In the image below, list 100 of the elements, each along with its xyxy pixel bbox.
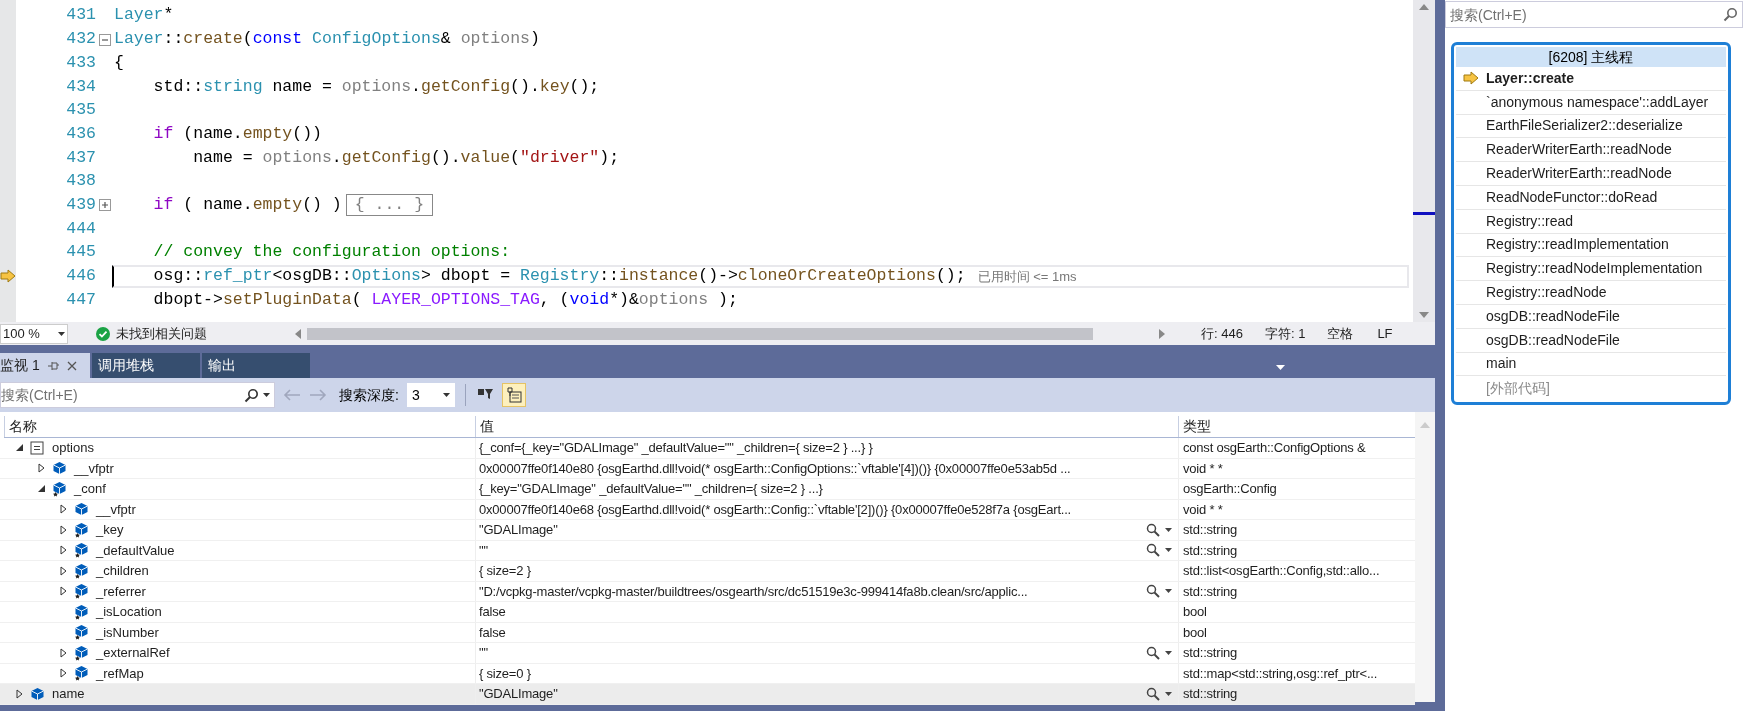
scroll-up-icon[interactable]: [1419, 4, 1429, 10]
expanded-arrow-icon[interactable]: [36, 484, 46, 494]
zoom-dropdown[interactable]: 100 %: [0, 323, 68, 344]
stack-frame[interactable]: ReadNodeFunctor::doRead: [1486, 186, 1658, 208]
stack-frame[interactable]: ReaderWriterEarth::readNode: [1486, 163, 1672, 185]
variable-value: "GDALImage": [479, 685, 559, 703]
variable-name: __vfptr: [74, 459, 114, 478]
collapse-icon[interactable]: [99, 33, 111, 46]
variable-value: "D:/vcpkg-master/vcpkg-master/buildtrees/osgearth/src/dc51519e3c-999414fa8b.clean/src/applic...: [479, 582, 1029, 601]
variable-value: false: [479, 623, 507, 642]
column-indicator[interactable]: 字符: 1: [1264, 323, 1306, 344]
magnifier-icon[interactable]: [1146, 522, 1160, 537]
caret-icon[interactable]: [1165, 548, 1172, 553]
line-indicator[interactable]: 行: 446: [1201, 323, 1243, 344]
variable-name: _externalRef: [96, 644, 170, 662]
line-number: 446: [65, 265, 97, 288]
vertical-scrollbar[interactable]: [1415, 412, 1435, 702]
variable-value: {_key="GDALImage" _defaultValue="" _children={ size=2 } ...}: [479, 480, 824, 498]
indent-indicator[interactable]: 空格: [1327, 323, 1354, 344]
cube-star-icon: [51, 480, 67, 497]
line-number: 439: [65, 193, 97, 216]
panel-tab[interactable]: 调用堆栈: [92, 353, 200, 378]
current-line-arrow-icon: [0, 269, 16, 284]
collapsed-arrow-icon[interactable]: [58, 668, 68, 679]
line-number: 436: [65, 122, 97, 145]
stack-frame[interactable]: osgDB::readNodeFile: [1486, 305, 1620, 327]
magnifier-icon[interactable]: [1146, 584, 1160, 599]
collapsed-arrow-icon[interactable]: [58, 524, 68, 535]
caret-icon[interactable]: [1165, 691, 1172, 696]
variable-value: {_conf={_key="GDALImage" _defaultValue="" _children={ size=2 } ...} }: [479, 439, 874, 457]
caret-icon[interactable]: [1165, 650, 1172, 655]
collapsed-arrow-icon[interactable]: [58, 586, 68, 597]
stack-frame[interactable]: Registry::readNodeImplementation: [1486, 258, 1703, 280]
pin-icon[interactable]: [47, 360, 59, 371]
search-input[interactable]: 搜索(Ctrl+E): [1, 383, 244, 407]
stack-frame[interactable]: Registry::readImplementation: [1486, 234, 1669, 256]
horizontal-scrollbar-thumb[interactable]: [307, 327, 1093, 340]
panel-tab[interactable]: 监视 1: [0, 353, 90, 378]
magnifier-icon[interactable]: [1146, 686, 1160, 701]
stack-frame[interactable]: osgDB::readNodeFile: [1486, 329, 1620, 351]
variable-name: _isLocation: [96, 603, 162, 621]
code-line: dbopt->setPluginData( LAYER_OPTIONS_TAG, (void*)&options );: [152, 288, 738, 311]
current-frame-arrow-icon: [1463, 71, 1479, 86]
stack-frame[interactable]: [外部代码]: [1486, 377, 1550, 399]
expand-icon[interactable]: [99, 199, 111, 212]
vertical-scrollbar[interactable]: [1413, 0, 1435, 322]
collapsed-block[interactable]: { ... }: [345, 194, 434, 217]
caret-icon[interactable]: [263, 393, 270, 397]
stack-frame[interactable]: ReaderWriterEarth::readNode: [1486, 139, 1672, 161]
search-depth-dropdown[interactable]: 3: [406, 383, 455, 407]
scroll-down-icon[interactable]: [1419, 312, 1429, 318]
magnifier-icon[interactable]: [1146, 543, 1160, 558]
stack-frame[interactable]: Registry::readNode: [1486, 282, 1607, 304]
search-icon[interactable]: [1723, 7, 1738, 22]
search-icon[interactable]: [244, 387, 259, 403]
stack-frame[interactable]: EarthFileSerializer2::deserialize: [1486, 115, 1683, 137]
expanded-arrow-icon[interactable]: [14, 443, 24, 453]
caret-icon[interactable]: [1165, 527, 1172, 532]
cube-star-icon: [73, 583, 89, 600]
hex-toggle-button[interactable]: [501, 383, 526, 407]
collapsed-arrow-icon[interactable]: [36, 463, 46, 474]
collapsed-arrow-icon[interactable]: [58, 504, 68, 515]
cube-star-icon: [73, 624, 89, 641]
search-field[interactable]: 搜索(Ctrl+E): [0, 382, 275, 408]
scroll-left-icon[interactable]: [295, 328, 301, 339]
stack-frame[interactable]: Registry::read: [1486, 210, 1574, 232]
column-header[interactable]: 名称: [4, 416, 475, 437]
code-line: if (name.empty()): [152, 122, 322, 145]
call-stack-graph-node[interactable]: [1451, 42, 1731, 406]
cube-star-icon: [73, 603, 89, 620]
variable-name: _referrer: [96, 582, 146, 601]
close-icon[interactable]: [66, 360, 77, 371]
code-line: Layer*: [114, 4, 174, 27]
line-ending-indicator[interactable]: LF: [1377, 323, 1393, 344]
caret-icon: [58, 331, 65, 336]
variable-type: std::string: [1183, 582, 1238, 601]
caret-icon[interactable]: [1165, 589, 1172, 594]
check-circle-icon: [96, 326, 110, 341]
panel-menu-caret-icon[interactable]: [1276, 365, 1285, 370]
variable-name: name: [52, 685, 85, 703]
collapsed-arrow-icon[interactable]: [58, 565, 68, 576]
panel-tab[interactable]: 输出: [202, 353, 310, 378]
code-line: Layer::create(const ConfigOptions& options): [114, 28, 540, 51]
column-header[interactable]: 值: [475, 416, 1178, 437]
collapsed-arrow-icon[interactable]: [14, 688, 24, 699]
issues-status[interactable]: 未找到相关问题: [116, 323, 207, 344]
line-number: 433: [65, 51, 97, 74]
stack-frame[interactable]: main: [1486, 353, 1517, 375]
variable-name: _key: [96, 521, 124, 539]
variable-icon: [30, 440, 44, 455]
variable-name: _isNumber: [96, 623, 159, 642]
caret-icon: [442, 393, 450, 397]
collapsed-arrow-icon[interactable]: [58, 647, 68, 658]
stack-frame[interactable]: Layer::create: [1486, 67, 1574, 89]
variable-name: options: [52, 439, 94, 457]
collapsed-arrow-icon[interactable]: [58, 545, 68, 556]
scroll-right-icon[interactable]: [1159, 328, 1165, 339]
magnifier-icon[interactable]: [1146, 645, 1160, 660]
variable-value: "": [479, 541, 489, 560]
stack-frame[interactable]: `anonymous namespace'::addLayer: [1486, 91, 1709, 113]
